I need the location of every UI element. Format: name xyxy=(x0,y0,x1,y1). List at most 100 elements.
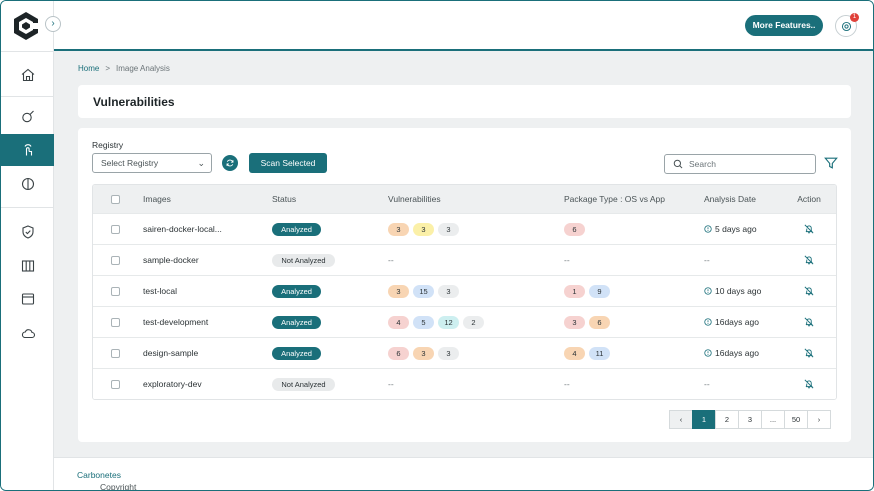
package-type-cell: -- xyxy=(564,245,570,275)
table-row[interactable]: sample-docker Not Analyzed -- -- -- xyxy=(93,244,836,275)
package-count-badge: 11 xyxy=(589,346,610,360)
analysis-date: 5 days ago xyxy=(715,224,757,234)
table-row[interactable]: test-development Analyzed 4 5 12 2 3 6 16days ag… xyxy=(93,306,836,337)
status-cell: Analyzed xyxy=(272,276,321,306)
sidebar-item-bomb[interactable] xyxy=(1,100,54,132)
bell-off-icon[interactable] xyxy=(803,347,815,359)
page-button[interactable]: 2 xyxy=(715,410,739,429)
image-name[interactable]: design-sample xyxy=(143,338,198,368)
vulnerability-count-badge: 3 xyxy=(438,346,459,360)
status-cell: Analyzed xyxy=(272,338,321,368)
bell-off-icon[interactable] xyxy=(803,378,815,390)
page-button[interactable]: 50 xyxy=(784,410,808,429)
sidebar-divider xyxy=(1,96,54,97)
table-row[interactable]: sairen-docker-local... Analyzed 3 3 3 6 5 days… xyxy=(93,213,836,244)
empty-placeholder: -- xyxy=(564,255,570,265)
brand-link[interactable]: Carbonetes xyxy=(77,470,121,480)
vulnerability-count-badge: 4 xyxy=(388,315,409,329)
registry-label: Registry xyxy=(92,140,124,150)
analysis-date-cell: 5 days ago xyxy=(704,214,757,244)
analysis-date: 16days ago xyxy=(715,317,759,327)
vulnerability-count-badge: 3 xyxy=(413,346,434,360)
sidebar-expand-button[interactable]: › xyxy=(45,16,61,32)
page-button[interactable]: 3 xyxy=(738,410,762,429)
analysis-date-cell: 16days ago xyxy=(704,307,759,337)
bell-off-icon[interactable] xyxy=(803,223,815,235)
breadcrumb-current: Image Analysis xyxy=(116,64,170,73)
row-checkbox[interactable] xyxy=(110,317,120,327)
cloud-icon xyxy=(21,329,35,339)
next-page-button[interactable]: › xyxy=(807,410,831,429)
sidebar-item-security[interactable] xyxy=(1,216,54,248)
action-cell xyxy=(789,338,829,368)
vulnerability-count-badge: 3 xyxy=(413,222,434,236)
image-name[interactable]: test-local xyxy=(143,276,177,306)
shield-icon xyxy=(21,225,34,239)
analysis-date: 16days ago xyxy=(715,348,759,358)
select-all-checkbox[interactable] xyxy=(110,194,120,204)
package-count-badge: 9 xyxy=(589,284,610,298)
vulnerability-count-badge: 6 xyxy=(388,346,409,360)
sidebar-item-image-analysis[interactable] xyxy=(1,134,54,166)
analysis-date-cell: -- xyxy=(704,245,710,275)
bell-off-icon[interactable] xyxy=(803,285,815,297)
status-cell: Not Analyzed xyxy=(272,245,335,275)
table-row[interactable]: exploratory-dev Not Analyzed -- -- -- xyxy=(93,368,836,399)
select-all-cell xyxy=(93,185,137,213)
breadcrumb-home[interactable]: Home xyxy=(78,64,99,73)
status-badge: Analyzed xyxy=(272,222,321,236)
registry-select[interactable]: Select Registry ⌄ xyxy=(92,153,212,173)
image-name[interactable]: sample-docker xyxy=(143,245,199,275)
empty-placeholder: -- xyxy=(388,379,394,389)
window-icon xyxy=(21,293,34,305)
vulnerabilities-cell: 4 5 12 2 xyxy=(388,307,488,337)
row-checkbox[interactable] xyxy=(110,379,120,389)
vulnerability-count-badge: 2 xyxy=(463,315,484,329)
table-header: Images Status Vulnerabilities Package Ty… xyxy=(93,185,836,213)
bell-off-icon[interactable] xyxy=(803,316,815,328)
breadcrumb-separator: > xyxy=(105,64,111,73)
sidebar-item-cloud[interactable] xyxy=(1,317,54,349)
action-cell xyxy=(789,276,829,306)
sidebar-item-compare[interactable] xyxy=(1,168,54,200)
bomb-icon xyxy=(21,110,34,123)
status-cell: Analyzed xyxy=(272,307,321,337)
columns-icon xyxy=(21,260,34,272)
bell-off-icon[interactable] xyxy=(803,254,815,266)
notifications-button[interactable]: 1 xyxy=(835,13,859,37)
row-checkbox[interactable] xyxy=(110,348,120,358)
scan-selected-button[interactable]: Scan Selected xyxy=(249,153,327,173)
filter-icon[interactable] xyxy=(824,156,838,170)
prev-page-button[interactable]: ‹ xyxy=(669,410,693,429)
gear-bell-icon xyxy=(841,21,851,31)
status-badge: Not Analyzed xyxy=(272,253,335,267)
table-row[interactable]: test-local Analyzed 3 15 3 1 9 10 days ago xyxy=(93,275,836,306)
empty-placeholder: -- xyxy=(388,255,394,265)
carbonetes-logo[interactable] xyxy=(12,11,40,41)
vulnerabilities-cell: 333 xyxy=(388,214,463,244)
empty-placeholder: -- xyxy=(564,379,570,389)
sidebar-item-browser[interactable] xyxy=(1,283,54,315)
chevron-down-icon: ⌄ xyxy=(197,158,205,168)
image-name[interactable]: test-development xyxy=(143,307,208,337)
search-input[interactable]: Search xyxy=(664,154,816,174)
image-name[interactable]: sairen-docker-local... xyxy=(143,214,222,244)
row-checkbox[interactable] xyxy=(110,224,120,234)
package-count-badge: 4 xyxy=(564,346,585,360)
clock-icon xyxy=(704,225,712,233)
sidebar-item-columns[interactable] xyxy=(1,250,54,282)
clock-icon xyxy=(704,349,712,357)
action-cell xyxy=(789,214,829,244)
row-checkbox[interactable] xyxy=(110,255,120,265)
refresh-button[interactable] xyxy=(222,155,238,171)
row-checkbox[interactable] xyxy=(110,286,120,296)
image-name[interactable]: exploratory-dev xyxy=(143,369,202,399)
sidebar-item-home[interactable] xyxy=(1,59,54,91)
table-row[interactable]: design-sample Analyzed 6 3 3 4 11 16days ago xyxy=(93,337,836,368)
page-button[interactable]: 1 xyxy=(692,410,716,429)
analysis-date: 10 days ago xyxy=(715,286,762,296)
package-count-badge: 3 xyxy=(564,315,585,329)
vulnerability-count-badge: 12 xyxy=(438,315,459,329)
table-body: sairen-docker-local... Analyzed 3 3 3 6 5 days… xyxy=(93,213,836,399)
more-features-button[interactable]: More Features.. xyxy=(745,15,823,36)
